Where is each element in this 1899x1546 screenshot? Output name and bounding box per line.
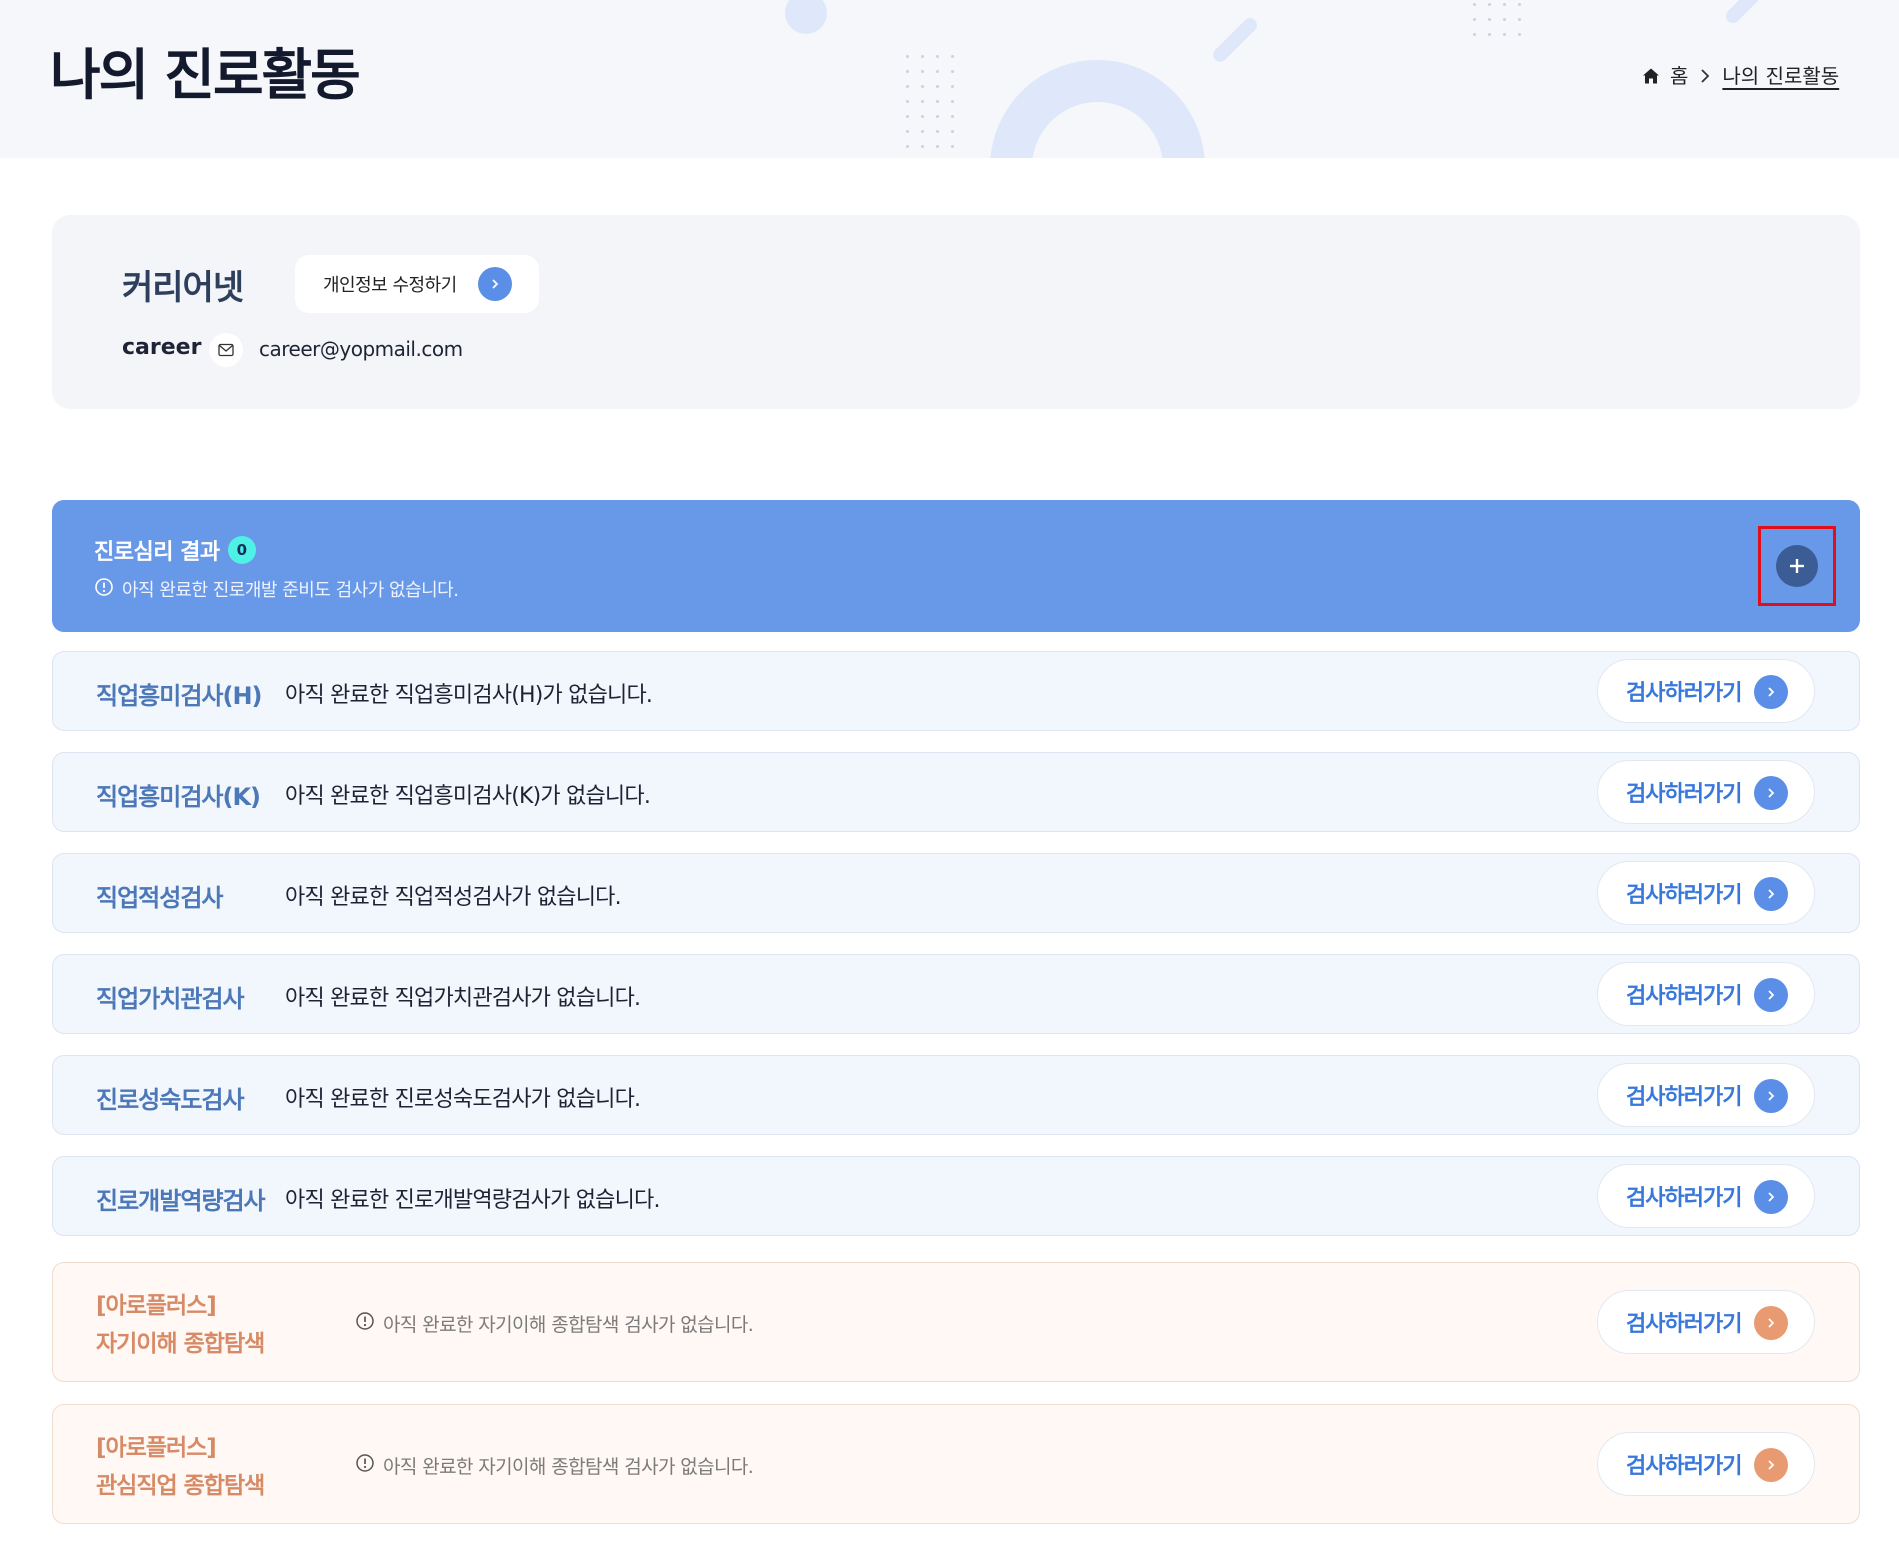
chevron-right-icon — [1698, 66, 1712, 84]
decor-circle — [785, 0, 827, 34]
go-to-test-label: 검사하러가기 — [1626, 782, 1742, 807]
go-to-test-button[interactable]: 검사하러가기 — [1597, 962, 1815, 1026]
breadcrumb: 홈 나의 진로활동 — [1642, 60, 1839, 89]
plus-icon — [1790, 559, 1804, 573]
go-to-test-button[interactable]: 검사하러가기 — [1597, 659, 1815, 723]
section-note-text: 아직 완료한 진로개발 준비도 검사가 없습니다. — [122, 580, 459, 601]
list-item: [아로플러스] 관심직업 종합탐색 아직 완료한 자기이해 종합탐색 검사가 없… — [52, 1404, 1860, 1524]
test-status: 아직 완료한 자기이해 종합탐색 검사가 없습니다. — [355, 1310, 754, 1337]
highlight-frame — [1758, 526, 1836, 606]
test-name: [아로플러스] 자기이해 종합탐색 — [96, 1287, 265, 1363]
test-status-text: 아직 완료한 자기이해 종합탐색 검사가 없습니다. — [383, 1314, 754, 1336]
chevron-right-icon — [1754, 1180, 1788, 1214]
chevron-right-icon — [1754, 1448, 1788, 1482]
go-to-test-button[interactable]: 검사하러가기 — [1597, 861, 1815, 925]
decor-stick — [1723, 0, 1767, 26]
list-item: 진로성숙도검사 아직 완료한 진로성숙도검사가 없습니다. 검사하러가기 — [52, 1055, 1860, 1135]
test-name-line2: 관심직업 종합탐색 — [96, 1473, 265, 1499]
test-name: 진로개발역량검사 — [96, 1187, 266, 1215]
info-icon — [355, 1453, 375, 1478]
go-to-test-label: 검사하러가기 — [1626, 1312, 1742, 1337]
test-status: 아직 완료한 진로성숙도검사가 없습니다. — [285, 1087, 641, 1112]
test-name-line1: [아로플러스] — [96, 1293, 217, 1319]
test-name: 직업적성검사 — [96, 884, 223, 912]
section-title: 진로심리 결과 0 — [94, 534, 256, 566]
go-to-test-button[interactable]: 검사하러가기 — [1597, 760, 1815, 824]
test-name: 진로성숙도검사 — [96, 1086, 245, 1114]
profile-card: 커리어넷 개인정보 수정하기 career career@yopmail.com — [52, 215, 1860, 409]
chevron-right-icon — [1754, 776, 1788, 810]
edit-profile-button[interactable]: 개인정보 수정하기 — [295, 255, 539, 313]
user-id: career — [122, 335, 202, 360]
test-name-line2: 자기이해 종합탐색 — [96, 1331, 265, 1357]
info-icon — [355, 1311, 375, 1336]
page-header: 나의 진로활동 홈 나의 진로활동 — [0, 0, 1899, 158]
test-status: 아직 완료한 직업가치관검사가 없습니다. — [285, 986, 641, 1011]
breadcrumb-home[interactable]: 홈 — [1670, 60, 1688, 89]
go-to-test-button[interactable]: 검사하러가기 — [1597, 1164, 1815, 1228]
go-to-test-button[interactable]: 검사하러가기 — [1597, 1290, 1815, 1354]
expand-button[interactable] — [1776, 545, 1818, 587]
chevron-right-icon — [478, 267, 512, 301]
list-item: 진로개발역량검사 아직 완료한 진로개발역량검사가 없습니다. 검사하러가기 — [52, 1156, 1860, 1236]
test-name: 직업흥미검사(H) — [96, 682, 263, 710]
go-to-test-label: 검사하러가기 — [1626, 681, 1742, 706]
decor-ring — [990, 60, 1205, 158]
page-title: 나의 진로활동 — [50, 43, 361, 107]
go-to-test-label: 검사하러가기 — [1626, 1085, 1742, 1110]
test-status: 아직 완료한 직업흥미검사(K)가 없습니다. — [285, 784, 651, 809]
chevron-right-icon — [1754, 877, 1788, 911]
test-status: 아직 완료한 진로개발역량검사가 없습니다. — [285, 1188, 661, 1213]
test-status: 아직 완료한 직업흥미검사(H)가 없습니다. — [285, 683, 653, 708]
career-psych-results-header: 진로심리 결과 0 아직 완료한 진로개발 준비도 검사가 없습니다. — [52, 500, 1860, 632]
go-to-test-label: 검사하러가기 — [1626, 984, 1742, 1009]
go-to-test-label: 검사하러가기 — [1626, 1454, 1742, 1479]
list-item: [아로플러스] 자기이해 종합탐색 아직 완료한 자기이해 종합탐색 검사가 없… — [52, 1262, 1860, 1382]
mail-icon — [209, 333, 243, 367]
section-note: 아직 완료한 진로개발 준비도 검사가 없습니다. — [94, 576, 459, 602]
test-status: 아직 완료한 직업적성검사가 없습니다. — [285, 885, 622, 910]
list-item: 직업적성검사 아직 완료한 직업적성검사가 없습니다. 검사하러가기 — [52, 853, 1860, 933]
test-status-text: 아직 완료한 자기이해 종합탐색 검사가 없습니다. — [383, 1456, 754, 1478]
go-to-test-label: 검사하러가기 — [1626, 883, 1742, 908]
info-icon — [94, 577, 114, 602]
home-icon[interactable] — [1642, 66, 1660, 84]
edit-profile-label: 개인정보 수정하기 — [323, 275, 457, 296]
list-item: 직업가치관검사 아직 완료한 직업가치관검사가 없습니다. 검사하러가기 — [52, 954, 1860, 1034]
decor-dots — [906, 55, 954, 148]
test-name: 직업흥미검사(K) — [96, 783, 261, 811]
chevron-right-icon — [1754, 978, 1788, 1012]
count-badge: 0 — [227, 536, 256, 564]
test-name: [아로플러스] 관심직업 종합탐색 — [96, 1429, 265, 1505]
list-item: 직업흥미검사(K) 아직 완료한 직업흥미검사(K)가 없습니다. 검사하러가기 — [52, 752, 1860, 832]
test-name: 직업가치관검사 — [96, 985, 245, 1013]
user-name: 커리어넷 — [122, 268, 244, 308]
go-to-test-button[interactable]: 검사하러가기 — [1597, 1063, 1815, 1127]
test-name-line1: [아로플러스] — [96, 1435, 217, 1461]
breadcrumb-current[interactable]: 나의 진로활동 — [1722, 60, 1839, 89]
decor-dots — [1473, 3, 1521, 36]
list-item: 직업흥미검사(H) 아직 완료한 직업흥미검사(H)가 없습니다. 검사하러가기 — [52, 651, 1860, 731]
decor-stick — [1210, 15, 1260, 65]
chevron-right-icon — [1754, 675, 1788, 709]
chevron-right-icon — [1754, 1306, 1788, 1340]
chevron-right-icon — [1754, 1079, 1788, 1113]
go-to-test-label: 검사하러가기 — [1626, 1186, 1742, 1211]
section-title-text: 진로심리 결과 — [94, 540, 220, 565]
go-to-test-button[interactable]: 검사하러가기 — [1597, 1432, 1815, 1496]
test-status: 아직 완료한 자기이해 종합탐색 검사가 없습니다. — [355, 1452, 754, 1479]
user-email: career@yopmail.com — [259, 337, 463, 361]
